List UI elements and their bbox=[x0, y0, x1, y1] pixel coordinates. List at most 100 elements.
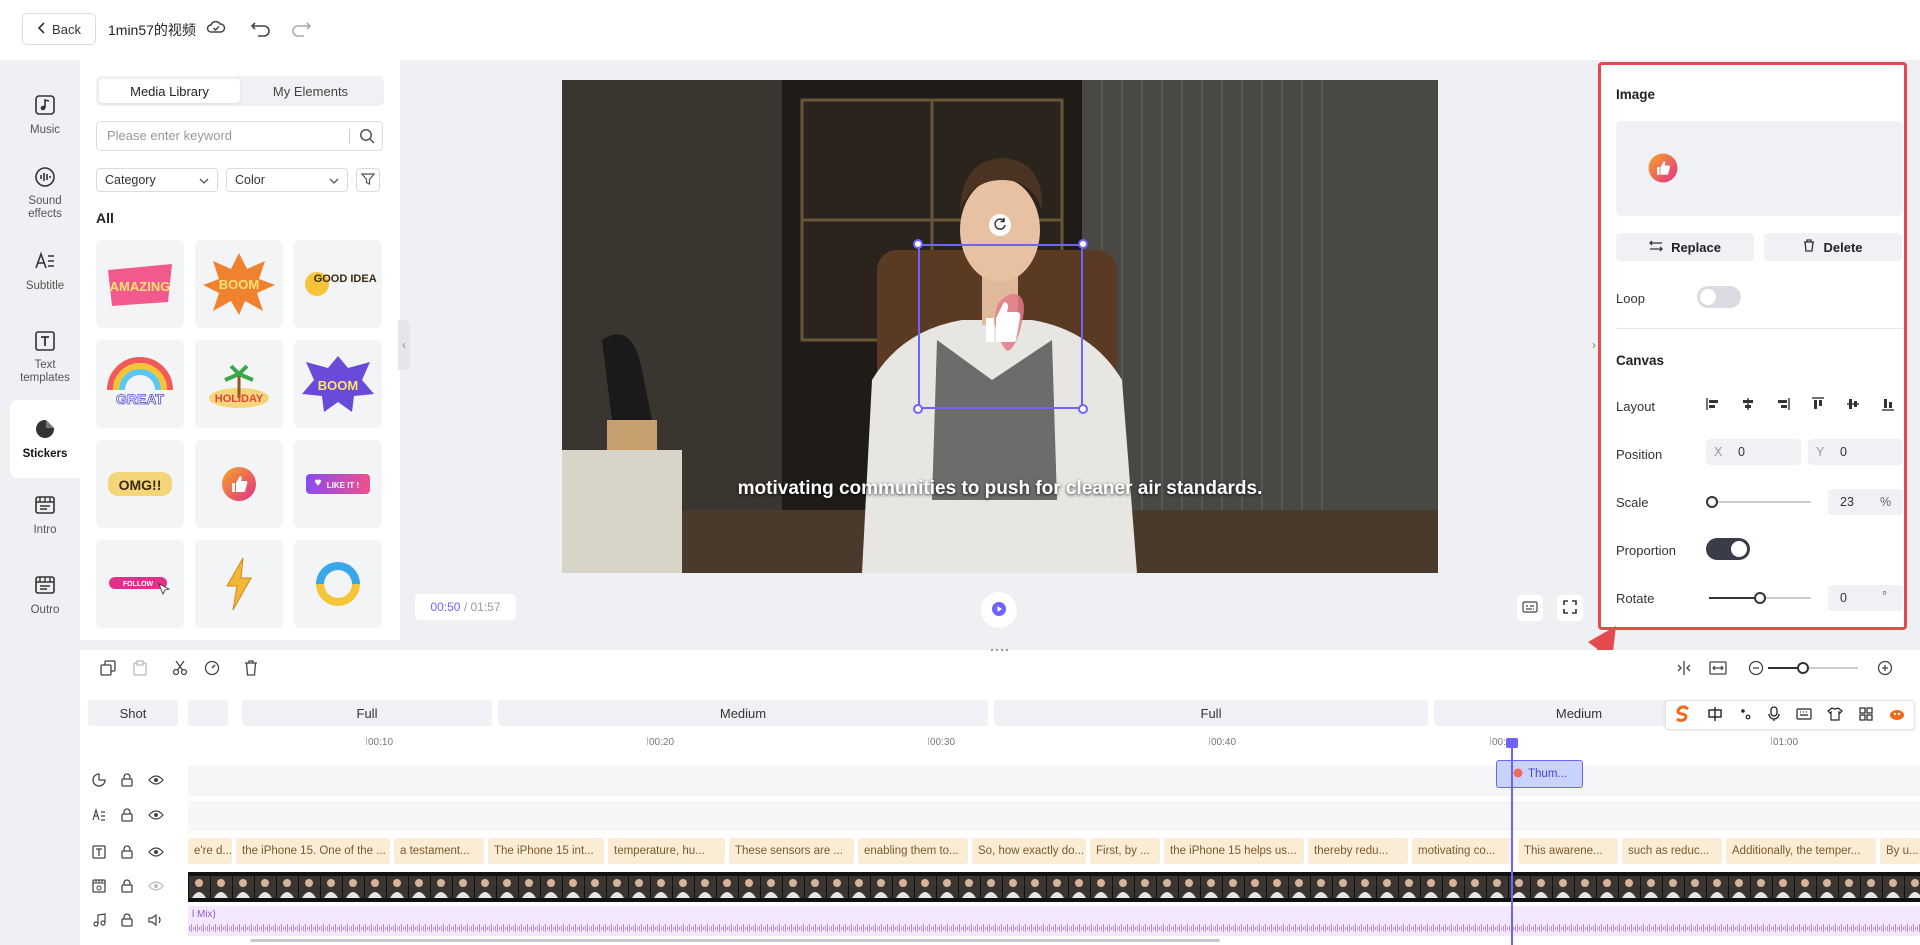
collapse-left-panel-button[interactable]: ‹ bbox=[398, 320, 410, 370]
sticker-clip[interactable]: Thum... bbox=[1496, 760, 1583, 788]
color-dropdown[interactable]: Color bbox=[226, 168, 348, 192]
subtitle-clip[interactable]: the iPhone 15 helps us... bbox=[1164, 838, 1304, 864]
subtitle-style-track[interactable] bbox=[188, 801, 1920, 831]
search-icon[interactable] bbox=[359, 128, 375, 147]
playhead-handle[interactable] bbox=[1506, 738, 1518, 748]
shot-segment[interactable]: Medium bbox=[498, 700, 988, 726]
boom-purple-sticker[interactable]: BOOM bbox=[294, 340, 382, 428]
align-center-h-icon[interactable] bbox=[1741, 397, 1755, 414]
video-track[interactable] bbox=[188, 872, 1920, 902]
lock-icon[interactable] bbox=[120, 807, 134, 825]
video-preview[interactable]: motivating communities to push for clean… bbox=[562, 80, 1438, 573]
back-button[interactable]: Back bbox=[22, 13, 96, 45]
holiday-sticker[interactable]: HOLIDAY bbox=[195, 340, 283, 428]
redo-icon[interactable] bbox=[290, 19, 312, 40]
position-y-field[interactable]: Y 0 bbox=[1808, 439, 1903, 465]
fit-width-icon[interactable] bbox=[1709, 660, 1727, 679]
lock-icon[interactable] bbox=[120, 878, 134, 896]
shot-segment[interactable]: Full bbox=[994, 700, 1428, 726]
nav-text-templates[interactable]: Text templates bbox=[10, 318, 80, 396]
lock-icon[interactable] bbox=[120, 844, 134, 862]
omg-sticker[interactable]: OMG!! bbox=[96, 440, 184, 528]
zoom-slider-knob[interactable] bbox=[1797, 662, 1809, 674]
loop-toggle[interactable] bbox=[1697, 286, 1741, 308]
eye-icon[interactable] bbox=[148, 774, 164, 789]
eye-icon[interactable] bbox=[148, 880, 164, 895]
rotate-input[interactable]: 0 ° bbox=[1828, 585, 1903, 611]
shot-segment[interactable]: Full bbox=[242, 700, 492, 726]
paste-icon[interactable] bbox=[132, 660, 148, 679]
rotate-slider-knob[interactable] bbox=[1754, 592, 1766, 604]
nav-outro[interactable]: Outro bbox=[10, 560, 80, 630]
align-right-icon[interactable] bbox=[1776, 397, 1790, 414]
keyboard-icon[interactable] bbox=[1796, 707, 1812, 724]
cloud-sync-icon[interactable] bbox=[206, 18, 226, 39]
nav-stickers[interactable]: Stickers bbox=[10, 400, 80, 478]
grid-menu-icon[interactable] bbox=[1859, 706, 1873, 724]
subtitle-clip[interactable]: This awarene... bbox=[1518, 838, 1618, 864]
shot-segment-edge[interactable] bbox=[188, 700, 228, 726]
subtitle-clip[interactable]: So, how exactly do... bbox=[972, 838, 1086, 864]
subtitle-clip[interactable]: Additionally, the temper... bbox=[1726, 838, 1876, 864]
lock-icon[interactable] bbox=[120, 772, 134, 790]
swirl-sticker[interactable] bbox=[294, 540, 382, 628]
punctuation-icon[interactable] bbox=[1739, 707, 1753, 724]
lock-icon[interactable] bbox=[120, 912, 134, 930]
nav-music[interactable]: Music bbox=[10, 80, 80, 150]
subtitle-clip[interactable]: First, by ... bbox=[1090, 838, 1160, 864]
align-left-icon[interactable] bbox=[1706, 397, 1720, 414]
scale-input[interactable]: 23 % bbox=[1828, 489, 1903, 515]
speed-icon[interactable] bbox=[204, 660, 220, 679]
category-dropdown[interactable]: Category bbox=[96, 168, 218, 192]
resize-handle-top-right[interactable] bbox=[1078, 239, 1088, 249]
replace-button[interactable]: Replace bbox=[1616, 233, 1754, 261]
amazing-sticker[interactable]: AMAZING bbox=[96, 240, 184, 328]
skin-icon[interactable] bbox=[1827, 706, 1844, 724]
search-input[interactable] bbox=[107, 128, 337, 143]
resize-handle-bottom-left[interactable] bbox=[913, 404, 923, 414]
subtitle-clip[interactable]: temperature, hu... bbox=[608, 838, 725, 864]
good-idea-sticker[interactable]: GOOD IDEA! bbox=[294, 240, 382, 328]
microphone-icon[interactable] bbox=[1768, 705, 1780, 725]
sticker-selection-box[interactable] bbox=[913, 239, 1088, 414]
lightning-sticker[interactable] bbox=[195, 540, 283, 628]
chinese-mode-icon[interactable] bbox=[1707, 706, 1723, 725]
project-title[interactable]: 1min57的视频 bbox=[108, 20, 196, 40]
zoom-in-icon[interactable] bbox=[1877, 660, 1893, 679]
nav-intro[interactable]: Intro bbox=[10, 480, 80, 550]
subtitle-clip[interactable]: These sensors are ... bbox=[729, 838, 854, 864]
like-it-sticker[interactable]: LIKE IT ! bbox=[294, 440, 382, 528]
boom-sticker[interactable]: BOOM bbox=[195, 240, 283, 328]
resize-handle-bottom-right[interactable] bbox=[1078, 404, 1088, 414]
subtitle-clip[interactable]: The iPhone 15 int... bbox=[488, 838, 604, 864]
delete-button[interactable]: Delete bbox=[1764, 233, 1902, 261]
sogou-logo-icon[interactable] bbox=[1674, 705, 1692, 726]
copy-icon[interactable] bbox=[100, 660, 116, 679]
nav-sound-effects[interactable]: Sound effects bbox=[10, 158, 80, 228]
text-track[interactable]: e're d... the iPhone 15. One of the ... … bbox=[188, 838, 1920, 868]
zoom-out-icon[interactable] bbox=[1748, 660, 1764, 679]
eye-icon[interactable] bbox=[148, 809, 164, 824]
scissors-icon[interactable] bbox=[172, 660, 188, 679]
fullscreen-button[interactable] bbox=[1557, 595, 1583, 621]
thumbs-up-sticker[interactable] bbox=[195, 440, 283, 528]
mascot-icon[interactable] bbox=[1888, 706, 1906, 725]
tab-media-library[interactable]: Media Library bbox=[99, 79, 240, 103]
tab-my-elements[interactable]: My Elements bbox=[240, 79, 381, 103]
subtitle-clip[interactable]: a testament... bbox=[394, 838, 484, 864]
align-middle-v-icon[interactable] bbox=[1846, 397, 1860, 414]
playhead[interactable] bbox=[1506, 738, 1518, 945]
audio-track[interactable]: l Mix) bbox=[188, 906, 1920, 936]
subtitle-clip[interactable]: thereby redu... bbox=[1308, 838, 1408, 864]
scale-slider-knob[interactable] bbox=[1706, 496, 1718, 508]
volume-icon[interactable] bbox=[148, 913, 164, 929]
subtitle-clip[interactable]: the iPhone 15. One of the ... bbox=[236, 838, 390, 864]
nav-subtitle[interactable]: Subtitle bbox=[10, 236, 80, 306]
filter-button[interactable] bbox=[356, 168, 380, 192]
subtitle-clip[interactable]: enabling them to... bbox=[858, 838, 968, 864]
subtitle-clip[interactable]: e're d... bbox=[188, 838, 232, 864]
timeline-ruler[interactable]: 00:10 00:20 00:30 00:40 00:50 01:00 bbox=[188, 737, 1920, 751]
subtitle-clip[interactable]: such as reduc... bbox=[1622, 838, 1722, 864]
play-button[interactable] bbox=[981, 592, 1017, 628]
proportion-toggle[interactable] bbox=[1706, 538, 1750, 560]
